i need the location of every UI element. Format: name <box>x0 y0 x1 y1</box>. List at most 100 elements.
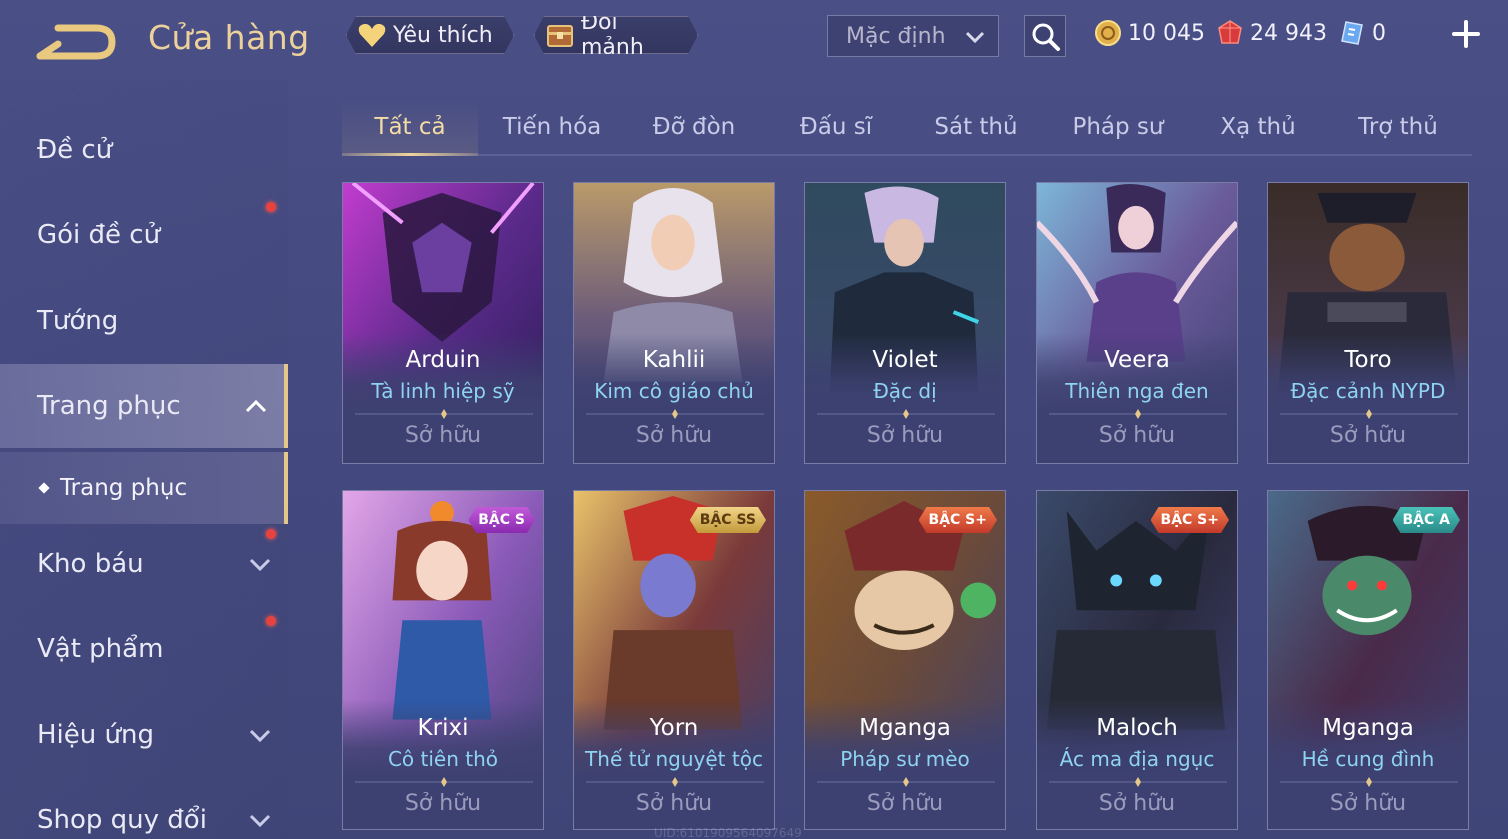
ticket-amount: 0 <box>1372 20 1386 46</box>
hero-name: Arduin <box>405 347 481 373</box>
skin-name: Kim cô giáo chủ <box>594 379 754 403</box>
hero-name: Kahlii <box>642 347 706 373</box>
treasure-chest-icon <box>545 20 575 50</box>
sort-value: Mặc định <box>846 23 946 49</box>
owned-status: Sở hữu <box>635 423 713 448</box>
notification-dot <box>266 202 276 212</box>
skin-name: Pháp sư mèo <box>840 747 970 771</box>
sidebar-item-treasure[interactable]: Kho báu <box>0 529 288 594</box>
skin-name: Ác ma địa ngục <box>1059 747 1215 771</box>
tab-fighter[interactable]: Đấu sĩ <box>768 100 904 154</box>
uid-watermark: UID:6101909564097649 <box>654 826 802 839</box>
card-divider <box>817 409 995 419</box>
owned-status: Sở hữu <box>404 423 482 448</box>
owned-status: Sở hữu <box>404 791 482 816</box>
owned-status: Sở hữu <box>1098 791 1176 816</box>
skin-card[interactable]: BẬC SS Yorn Thế tử nguyệt tộc Sở hữu <box>573 490 775 830</box>
back-arrow-icon[interactable] <box>36 22 118 62</box>
ticket-icon <box>1341 21 1363 45</box>
chevron-down-icon <box>965 31 985 44</box>
hero-name: Krixi <box>417 715 469 741</box>
skin-name: Đặc cảnh NYPD <box>1290 379 1446 403</box>
card-divider <box>1280 409 1458 419</box>
tab-mage[interactable]: Pháp sư <box>1050 100 1186 154</box>
sort-dropdown[interactable]: Mặc định <box>827 15 999 57</box>
trade-shards-button[interactable]: Đổi mảnh <box>534 16 698 54</box>
ticket-balance: 0 <box>1338 18 1386 48</box>
chevron-down-icon <box>249 729 271 743</box>
category-tabs: Tất cả Tiến hóa Đỡ đòn Đấu sĩ Sát thủ Ph… <box>342 100 1472 156</box>
skin-card[interactable]: BẬC S+ Maloch Ác ma địa ngục Sở hữu <box>1036 490 1238 830</box>
skin-card[interactable]: Kahlii Kim cô giáo chủ Sở hữu <box>573 182 775 464</box>
voucher-balance: 24 943 <box>1216 18 1327 48</box>
sidebar-item-skins[interactable]: Trang phục <box>0 364 288 448</box>
tab-assassin[interactable]: Sát thủ <box>908 100 1044 154</box>
favorites-button[interactable]: Yêu thích <box>346 16 514 54</box>
owned-status: Sở hữu <box>1098 423 1176 448</box>
sidebar-item-effects[interactable]: Hiệu ứng <box>0 705 288 765</box>
sidebar-item-heroes[interactable]: Tướng <box>0 291 288 351</box>
sidebar-item-label: Shop quy đổi <box>37 805 207 835</box>
skin-card[interactable]: Veera Thiên nga đen Sở hữu <box>1036 182 1238 464</box>
gold-coin-icon <box>1095 20 1121 46</box>
tier-badge: BẬC A <box>1393 507 1461 533</box>
skin-card[interactable]: BẬC S Krixi Cô tiên thỏ Sở hữu <box>342 490 544 830</box>
skin-card[interactable]: BẬC S+ Mganga Pháp sư mèo Sở hữu <box>804 490 1006 830</box>
sidebar-item-exchange-shop[interactable]: Shop quy đổi <box>0 790 288 839</box>
sidebar-item-label: Vật phẩm <box>37 634 164 664</box>
sidebar-item-label: Tướng <box>37 306 119 336</box>
hero-name: Veera <box>1104 347 1170 373</box>
sidebar-subitem-skins[interactable]: Trang phục <box>0 452 288 524</box>
voucher-amount: 24 943 <box>1250 20 1327 46</box>
search-icon <box>1032 23 1060 51</box>
card-divider <box>817 777 995 787</box>
notification-dot <box>266 616 276 626</box>
hero-name: Mganga <box>859 715 951 741</box>
favorites-label: Yêu thích <box>393 22 493 48</box>
skin-card[interactable]: Violet Đặc dị Sở hữu <box>804 182 1006 464</box>
card-divider <box>586 777 764 787</box>
plus-icon[interactable] <box>1450 18 1482 50</box>
gold-balance: 10 045 <box>1094 18 1205 48</box>
tier-badge: BẬC S+ <box>1151 507 1229 533</box>
skin-card[interactable]: Arduin Tà linh hiệp sỹ Sở hữu <box>342 182 544 464</box>
sidebar-item-featured-packs[interactable]: Gói đề cử <box>0 202 288 265</box>
chevron-up-icon <box>245 399 267 413</box>
heart-icon <box>357 20 387 50</box>
diamond-bullet-icon <box>38 482 50 494</box>
card-divider <box>1049 777 1227 787</box>
owned-status: Sở hữu <box>866 423 944 448</box>
hero-name: Toro <box>1344 347 1392 373</box>
tab-tank[interactable]: Đỡ đòn <box>626 100 762 154</box>
owned-status: Sở hữu <box>866 791 944 816</box>
skin-name: Thiên nga đen <box>1065 379 1209 403</box>
tier-badge: BẬC S <box>468 507 535 533</box>
skin-name: Đặc dị <box>873 379 937 403</box>
skin-card[interactable]: BẬC A Mganga Hề cung đình Sở hữu <box>1267 490 1469 830</box>
search-button[interactable] <box>1024 15 1066 57</box>
red-gem-icon <box>1218 20 1242 44</box>
sidebar-item-featured[interactable]: Đề cử <box>0 120 288 180</box>
chevron-down-icon <box>249 558 271 572</box>
notification-dot <box>266 529 276 539</box>
owned-status: Sở hữu <box>1329 423 1407 448</box>
sidebar-item-label: Hiệu ứng <box>37 720 154 750</box>
tab-marksman[interactable]: Xạ thủ <box>1190 100 1326 154</box>
skin-card[interactable]: Toro Đặc cảnh NYPD Sở hữu <box>1267 182 1469 464</box>
hero-name: Maloch <box>1096 715 1178 741</box>
tier-badge: BẬC S+ <box>919 507 997 533</box>
card-divider <box>1049 409 1227 419</box>
skin-name: Hề cung đình <box>1301 747 1435 771</box>
page-title: Cửa hàng <box>148 18 310 57</box>
sidebar-subitem-label: Trang phục <box>60 475 188 501</box>
sidebar-item-items[interactable]: Vật phẩm <box>0 616 288 679</box>
top-bar: Cửa hàng Yêu thích Đổi mảnh Mặc định 10 … <box>0 0 1508 78</box>
tab-all[interactable]: Tất cả <box>342 100 478 156</box>
owned-status: Sở hữu <box>1329 791 1407 816</box>
tab-support[interactable]: Trợ thủ <box>1330 100 1466 154</box>
tier-badge: BẬC SS <box>690 507 766 533</box>
chevron-down-icon <box>249 814 271 828</box>
gold-amount: 10 045 <box>1128 20 1205 46</box>
tab-evolution[interactable]: Tiến hóa <box>484 100 620 154</box>
sidebar-item-label: Kho báu <box>37 549 144 579</box>
